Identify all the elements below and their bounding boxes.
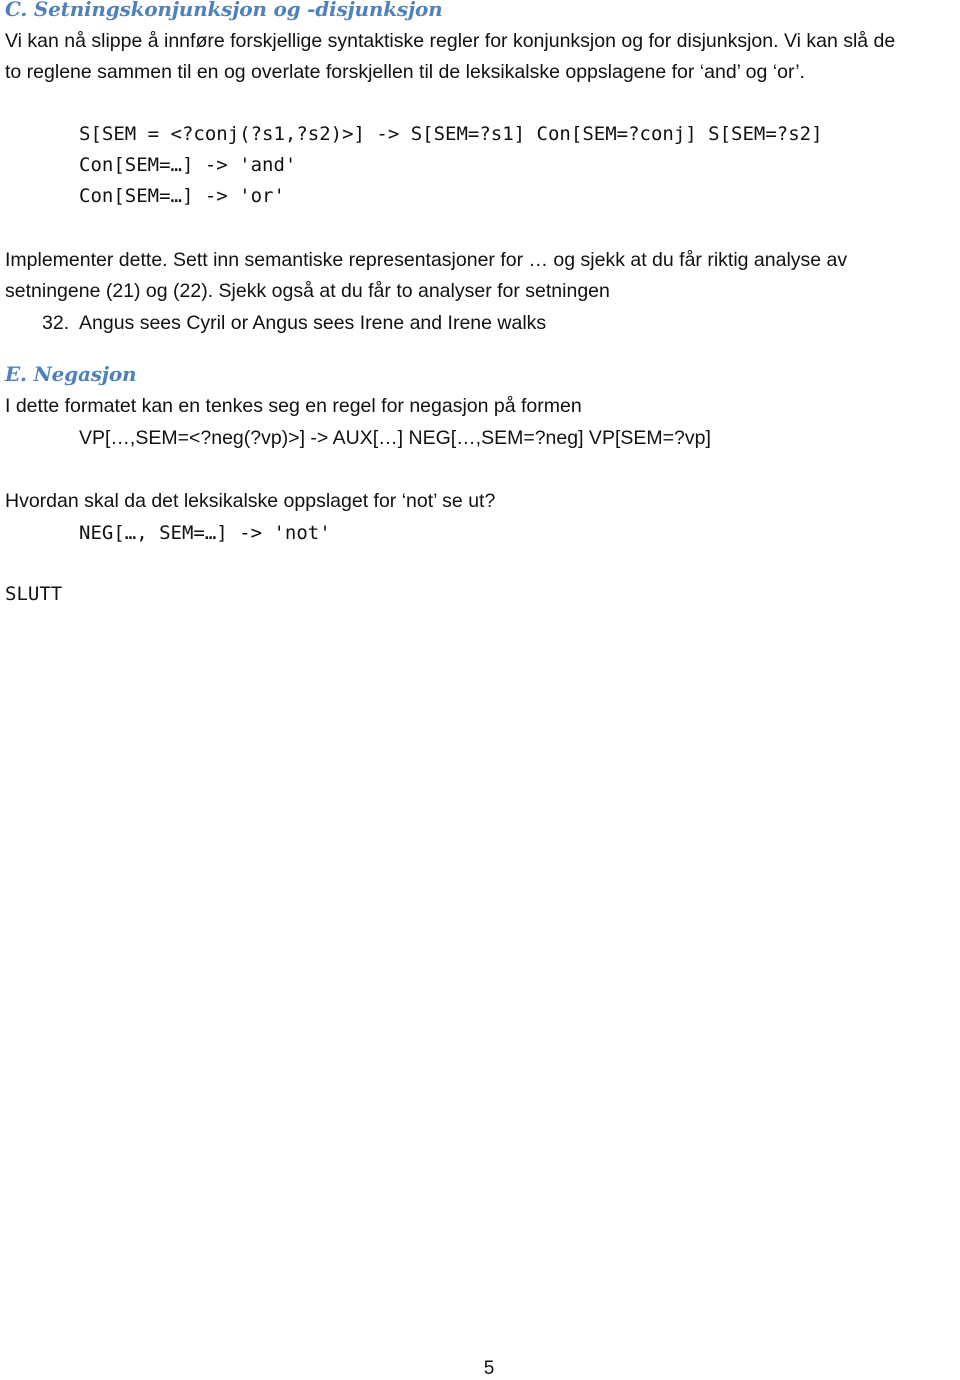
grammar-rule-s-conj: S[SEM = <?conj(?s1,?s2)>] -> S[SEM=?s1] … [79,123,823,145]
section-c-intro-line-1: Vi kan nå slippe å innføre forskjellige … [5,30,896,52]
example-sentence: Angus sees Cyril or Angus sees Irene and… [79,312,547,334]
grammar-rule-con-and: Con[SEM=…] -> 'and' [79,154,297,176]
grammar-rule-con-or: Con[SEM=…] -> 'or' [79,185,285,207]
example-number: 32. [42,312,70,334]
lexical-entry-not: NEG[…, SEM=…] -> 'not' [79,522,331,544]
section-e-heading: E. Negasjon [5,362,137,386]
section-e-question: Hvordan skal da det leksikalske oppslage… [5,490,496,512]
section-c-heading: C. Setningskonjunksjon og -disjunksjon [5,0,443,21]
section-c-intro-line-2: to reglene sammen til en og overlate for… [5,61,805,83]
end-marker: SLUTT [5,583,63,605]
page-number: 5 [483,1358,495,1379]
section-e-intro: I dette formatet kan en tenkes seg en re… [5,395,582,417]
document-page: C. Setningskonjunksjon og -disjunksjon V… [0,0,960,1380]
section-c-task-line-1: Implementer dette. Sett inn semantiske r… [5,249,848,271]
section-c-task-line-2: setningene (21) og (22). Sjekk også at d… [5,280,610,302]
negation-rule: VP[…,SEM=<?neg(?vp)>] -> AUX[…] NEG[…,SE… [79,427,711,449]
